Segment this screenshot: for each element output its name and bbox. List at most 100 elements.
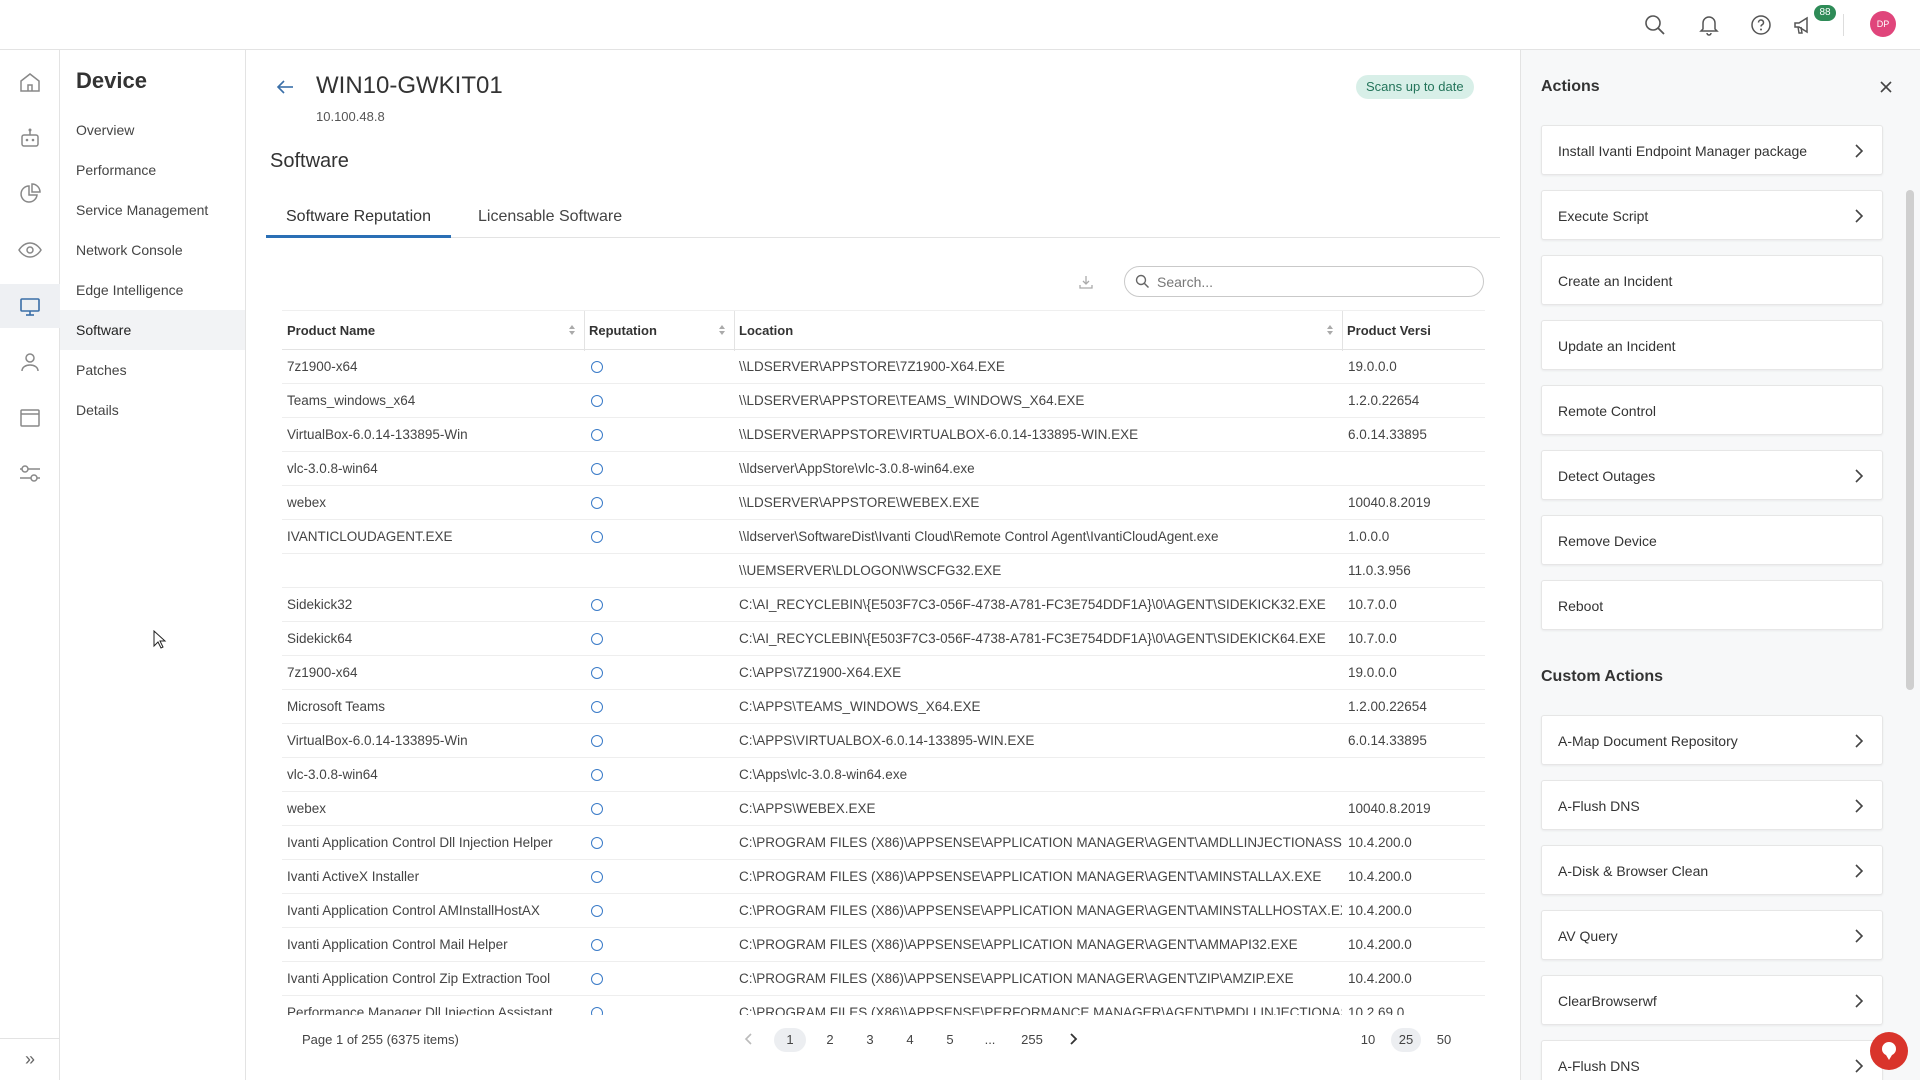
search-input[interactable] — [1157, 272, 1467, 292]
product-name-cell: Ivanti ActiveX Installer — [287, 869, 420, 884]
avatar[interactable]: DP — [1870, 11, 1896, 37]
action-card-custom-1[interactable]: A-Flush DNS — [1541, 780, 1883, 830]
action-card-custom-0[interactable]: A-Map Document Repository — [1541, 715, 1883, 765]
bell-icon[interactable] — [1696, 12, 1722, 38]
page-button-4[interactable]: 4 — [894, 1028, 926, 1052]
table-row[interactable]: \\UEMSERVER\LDLOGON\WSCFG32.EXE 11.0.3.95… — [282, 554, 1485, 588]
window-icon[interactable] — [0, 396, 60, 440]
announcement-icon[interactable] — [1790, 12, 1816, 38]
table-row[interactable]: IVANTICLOUDAGENT.EXE \\ldserver\SoftwareD… — [282, 520, 1485, 554]
scan-status-badge: Scans up to date — [1356, 75, 1474, 99]
nav-item-service-management[interactable]: Service Management — [60, 190, 245, 230]
home-icon[interactable] — [0, 60, 60, 104]
action-label: Install Ivanti Endpoint Manager package — [1558, 143, 1808, 159]
product-name-cell: Ivanti Application Control Mail Helper — [287, 937, 508, 952]
action-card-custom-2[interactable]: A-Disk & Browser Clean — [1541, 845, 1883, 895]
version-cell — [1342, 452, 1485, 486]
pagination: Page 1 of 255 (6375 items) 1 2 3 4 5 ...… — [282, 1025, 1485, 1055]
page-size-10[interactable]: 10 — [1353, 1028, 1383, 1052]
column-header-product-version[interactable]: Product Versi — [1342, 311, 1485, 351]
back-arrow-icon[interactable] — [274, 76, 296, 98]
action-card-custom-5[interactable]: A-Flush DNS — [1541, 1040, 1883, 1080]
tab-software-reputation[interactable]: Software Reputation — [266, 200, 451, 238]
prev-page-icon[interactable] — [742, 1031, 756, 1047]
table-row[interactable]: Ivanti Application Control Zip Extractio… — [282, 962, 1485, 996]
column-header-product-name[interactable]: Product Name — [282, 311, 584, 351]
table-row[interactable]: Teams_windows_x64 \\LDSERVER\APPSTORE\TEA… — [282, 384, 1485, 418]
action-card-3[interactable]: Update an Incident — [1541, 320, 1883, 370]
table-row[interactable]: Ivanti Application Control Mail Helper C:… — [282, 928, 1485, 962]
page-button-last[interactable]: 255 — [1012, 1028, 1052, 1052]
table-row[interactable]: Sidekick32 C:\AI_RECYCLEBIN\{E503F7C3-056… — [282, 588, 1485, 622]
nav-item-details[interactable]: Details — [60, 390, 245, 430]
column-header-location[interactable]: Location — [734, 311, 1342, 351]
page-button-5[interactable]: 5 — [934, 1028, 966, 1052]
table-row[interactable]: Microsoft Teams C:\APPS\TEAMS_WINDOWS_X64… — [282, 690, 1485, 724]
help-icon[interactable] — [1748, 12, 1774, 38]
sort-icon[interactable] — [568, 324, 576, 336]
table-row[interactable]: webex C:\APPS\WEBEX.EXE 10040.8.2019 — [282, 792, 1485, 826]
action-label: Detect Outages — [1558, 468, 1656, 484]
expand-nav-button[interactable]: » — [0, 1038, 60, 1080]
page-button-2[interactable]: 2 — [814, 1028, 846, 1052]
sliders-icon[interactable] — [0, 452, 60, 496]
table-row[interactable]: VirtualBox-6.0.14-133895-Win \\LDSERVER\A… — [282, 418, 1485, 452]
pie-chart-icon[interactable] — [0, 172, 60, 216]
action-label: A-Flush DNS — [1558, 1058, 1640, 1074]
tab-licensable-software[interactable]: Licensable Software — [458, 200, 642, 238]
sort-icon[interactable] — [1326, 324, 1334, 336]
nav-item-network-console[interactable]: Network Console — [60, 230, 245, 270]
action-card-1[interactable]: Execute Script — [1541, 190, 1883, 240]
monitor-icon[interactable] — [0, 284, 60, 328]
action-card-custom-3[interactable]: AV Query — [1541, 910, 1883, 960]
table-row[interactable]: Sidekick64 C:\AI_RECYCLEBIN\{E503F7C3-056… — [282, 622, 1485, 656]
scrollbar-thumb[interactable] — [1906, 190, 1914, 690]
location-cell: C:\APPS\TEAMS_WINDOWS_X64.EXE — [739, 699, 981, 714]
product-name-cell: Sidekick64 — [287, 631, 353, 646]
reputation-status-icon — [591, 735, 603, 747]
page-size-50[interactable]: 50 — [1429, 1028, 1459, 1052]
table-row[interactable]: Ivanti ActiveX Installer C:\PROGRAM FILES… — [282, 860, 1485, 894]
action-card-custom-4[interactable]: ClearBrowserwf — [1541, 975, 1883, 1025]
next-page-icon[interactable] — [1066, 1031, 1080, 1047]
page-size-25[interactable]: 25 — [1391, 1028, 1421, 1052]
table-row[interactable]: 7z1900-x64 C:\APPS\7Z1900-X64.EXE 19.0.0.0 — [282, 656, 1485, 690]
nav-item-performance[interactable]: Performance — [60, 150, 245, 190]
search-icon[interactable] — [1642, 12, 1668, 38]
reputation-status-icon — [591, 973, 603, 985]
page-button-1[interactable]: 1 — [774, 1028, 806, 1052]
eye-icon[interactable] — [0, 228, 60, 272]
table-row[interactable]: vlc-3.0.8-win64 C:\Apps\vlc-3.0.8-win64.e… — [282, 758, 1485, 792]
product-name-cell: IVANTICLOUDAGENT.EXE — [287, 529, 453, 544]
nav-item-edge-intelligence[interactable]: Edge Intelligence — [60, 270, 245, 310]
reputation-status-icon — [591, 803, 603, 815]
reputation-status-icon — [591, 395, 603, 407]
table-row[interactable]: Performance Manager Dll Injection Assist… — [282, 996, 1485, 1015]
action-card-0[interactable]: Install Ivanti Endpoint Manager package — [1541, 125, 1883, 175]
download-icon[interactable] — [1078, 274, 1094, 290]
chat-help-button[interactable] — [1870, 1032, 1908, 1070]
nav-item-patches[interactable]: Patches — [60, 350, 245, 390]
column-header-reputation[interactable]: Reputation — [584, 311, 734, 351]
action-card-4[interactable]: Remote Control — [1541, 385, 1883, 435]
nav-item-overview[interactable]: Overview — [60, 110, 245, 150]
robot-icon[interactable] — [0, 116, 60, 160]
table-row[interactable]: webex \\LDSERVER\APPSTORE\WEBEX.EXE 10040.… — [282, 486, 1485, 520]
sort-icon[interactable] — [718, 324, 726, 336]
table-row[interactable]: Ivanti Application Control AMInstallHost… — [282, 894, 1485, 928]
nav-item-software[interactable]: Software — [60, 310, 245, 350]
action-card-5[interactable]: Detect Outages — [1541, 450, 1883, 500]
table-row[interactable]: VirtualBox-6.0.14-133895-Win C:\APPS\VIRT… — [282, 724, 1485, 758]
table-row[interactable]: Ivanti Application Control Dll Injection… — [282, 826, 1485, 860]
close-icon[interactable] — [1879, 80, 1893, 94]
action-card-6[interactable]: Remove Device — [1541, 515, 1883, 565]
action-card-2[interactable]: Create an Incident — [1541, 255, 1883, 305]
user-icon[interactable] — [0, 340, 60, 384]
table-row[interactable]: 7z1900-x64 \\LDSERVER\APPSTORE\7Z1900-X64… — [282, 350, 1485, 384]
version-cell: 1.0.0.0 — [1348, 529, 1390, 544]
page-button-3[interactable]: 3 — [854, 1028, 886, 1052]
table-row[interactable]: vlc-3.0.8-win64 \\ldserver\AppStore\vlc-3… — [282, 452, 1485, 486]
action-label: AV Query — [1558, 928, 1618, 944]
panel-scrollbar[interactable] — [1904, 130, 1916, 1080]
action-card-7[interactable]: Reboot — [1541, 580, 1883, 630]
